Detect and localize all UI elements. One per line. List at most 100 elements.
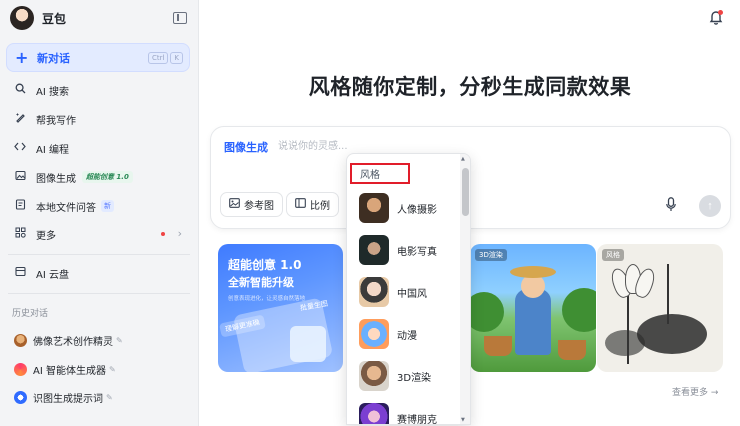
- reference-image-label: 参考图: [244, 201, 274, 212]
- pin-icon: ✎: [116, 335, 123, 345]
- arrow-up-icon: ↑: [707, 200, 713, 212]
- tree-graphic: [562, 288, 596, 332]
- style-option-cyberpunk[interactable]: 赛博朋克: [347, 398, 457, 425]
- sidebar-item-ai-cloud[interactable]: AI 云盘: [6, 260, 190, 286]
- scroll-up-arrow-icon[interactable]: ▲: [461, 156, 465, 162]
- notification-dot: [161, 232, 165, 236]
- style-option-cinematic[interactable]: 电影写真: [347, 230, 457, 270]
- hat-graphic: [510, 266, 556, 278]
- sidebar-item-ai-search[interactable]: AI 搜索: [6, 77, 190, 103]
- history-item-label: 佛像艺术创作精灵: [33, 336, 113, 348]
- sidebar-item-writing[interactable]: 帮我写作: [6, 106, 190, 132]
- scrollbar-thumb[interactable]: [462, 168, 469, 216]
- search-icon: [14, 83, 26, 97]
- pen-icon: [14, 112, 26, 126]
- style-thumbnail: [359, 277, 389, 307]
- sidebar-item-local-file-qa[interactable]: 本地文件问答 新: [6, 193, 190, 219]
- promo-card-caption: 创意表现进化，让灵感自然落地: [228, 296, 306, 302]
- code-icon: [14, 141, 26, 155]
- doubao-avatar: [10, 6, 34, 30]
- promo-card-super-creative[interactable]: 超能创意 1.0 全新智能升级 创意表现进化，让灵感自然落地 理解更准确 批量生…: [218, 244, 343, 372]
- style-option-label: 3D渲染: [397, 372, 432, 384]
- ratio-icon: [295, 198, 306, 211]
- basket-graphic: [558, 340, 586, 360]
- promo-card-subtitle: 全新智能升级: [228, 276, 294, 289]
- lotus-leaf-graphic: [605, 330, 645, 356]
- new-badge: 新: [101, 200, 114, 212]
- file-icon: [14, 199, 26, 213]
- sidebar-item-image-generation[interactable]: 图像生成 超能创意 1.0: [6, 164, 190, 190]
- sidebar-item-label: 更多: [36, 230, 56, 242]
- style-option-label: 电影写真: [397, 246, 437, 258]
- farmer-graphic: [515, 289, 551, 355]
- shortcut-key: K: [170, 52, 183, 64]
- microphone-icon[interactable]: [666, 197, 676, 212]
- notification-dot: [718, 10, 723, 15]
- sidebar: 豆包 + 新对话 Ctrl K AI 搜索 帮我写作 AI 编程 图像生成 超能…: [0, 0, 199, 426]
- style-option-anime[interactable]: 动漫: [347, 314, 457, 354]
- pin-icon: ✎: [108, 364, 116, 374]
- grid-icon: [14, 227, 26, 241]
- history-item-label: AI 智能体生成器: [33, 365, 106, 377]
- style-dropdown: 风格 人像摄影 电影写真 中国风 动漫 3D渲染 赛博朋克 ▲ ▼: [346, 153, 471, 425]
- style-thumbnail: [359, 319, 389, 349]
- card-tag: 3D渲染: [475, 249, 507, 261]
- cloud-drive-icon: [14, 266, 26, 280]
- lotus-leaf-graphic: [637, 314, 707, 354]
- page-title: 风格随你定制，分秒生成同款效果: [308, 75, 632, 99]
- aspect-ratio-button[interactable]: 比例: [286, 192, 339, 217]
- history-item[interactable]: 识图生成提示词 ✎: [6, 385, 190, 409]
- sidebar-item-label: 图像生成: [36, 173, 76, 185]
- brand-name: 豆包: [42, 11, 67, 26]
- scroll-down-arrow-icon[interactable]: ▼: [461, 417, 465, 423]
- sidebar-divider: [8, 254, 190, 255]
- sidebar-collapse-icon[interactable]: [173, 12, 187, 24]
- brand[interactable]: 豆包: [10, 6, 66, 30]
- style-thumbnail: [359, 235, 389, 265]
- chevron-right-icon: ›: [177, 227, 182, 240]
- sidebar-item-more[interactable]: 更多 ›: [6, 221, 190, 247]
- mode-label[interactable]: 图像生成: [224, 139, 268, 155]
- style-thumbnail: [359, 193, 389, 223]
- history-avatar: [14, 362, 27, 376]
- new-chat-button[interactable]: + 新对话 Ctrl K: [6, 43, 190, 72]
- sidebar-item-label: AI 搜索: [36, 86, 69, 98]
- example-card-3d-render[interactable]: 3D渲染: [470, 244, 596, 372]
- history-item[interactable]: AI 智能体生成器 ✎: [6, 357, 190, 381]
- sidebar-item-ai-coding[interactable]: AI 编程: [6, 135, 190, 161]
- pin-icon: ✎: [106, 392, 113, 402]
- style-option-chinese[interactable]: 中国风: [347, 272, 457, 312]
- image-icon: [229, 198, 240, 211]
- style-thumbnail: [359, 361, 389, 391]
- plus-icon: +: [15, 47, 29, 67]
- sidebar-item-label: AI 云盘: [36, 269, 69, 281]
- basket-graphic: [484, 336, 512, 356]
- style-thumbnail: [359, 403, 389, 424]
- history-item[interactable]: 佛像艺术创作精灵 ✎: [6, 328, 190, 352]
- style-option-portrait[interactable]: 人像摄影: [347, 188, 457, 228]
- history-section-title: 历史对话: [12, 309, 49, 319]
- stem-graphic: [667, 264, 669, 324]
- style-option-3d-render[interactable]: 3D渲染: [347, 356, 457, 396]
- sidebar-item-label: AI 编程: [36, 144, 69, 156]
- sidebar-item-label: 帮我写作: [36, 115, 76, 127]
- dropdown-header-style: 风格: [350, 163, 410, 184]
- prompt-input[interactable]: [278, 137, 678, 155]
- style-option-label: 动漫: [397, 330, 417, 342]
- promo-card-graphic: [290, 326, 326, 362]
- history-item-label: 识图生成提示词: [33, 393, 103, 405]
- shortcut-hint: Ctrl K: [147, 52, 183, 64]
- example-card-ink-painting[interactable]: 风格: [597, 244, 723, 372]
- card-tag: 风格: [602, 249, 624, 261]
- reference-image-button[interactable]: 参考图: [220, 192, 283, 217]
- history-avatar: [14, 333, 27, 347]
- history-avatar: [14, 390, 27, 404]
- style-option-label: 中国风: [397, 288, 427, 300]
- view-more-link[interactable]: 查看更多 →: [672, 385, 718, 398]
- style-option-label: 赛博朋克: [397, 414, 437, 425]
- aspect-ratio-label: 比例: [310, 201, 330, 212]
- sidebar-divider: [8, 293, 190, 294]
- feature-badge: 超能创意 1.0: [82, 171, 133, 183]
- promo-card-title: 超能创意 1.0: [228, 258, 302, 272]
- send-button[interactable]: ↑: [699, 195, 721, 217]
